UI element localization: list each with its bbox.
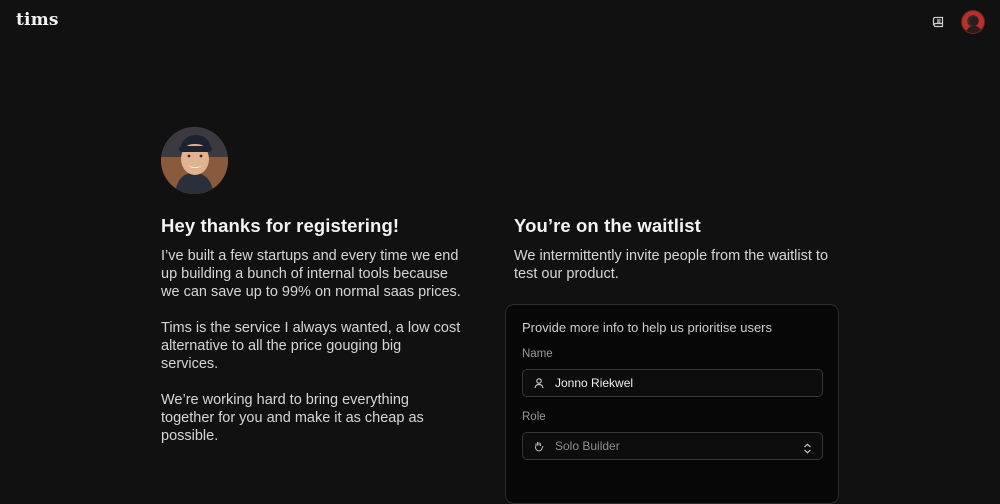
name-value: Jonno Riekwel (555, 376, 634, 390)
person-icon (533, 377, 545, 389)
waitlist-heading: You’re on the waitlist (514, 215, 701, 236)
prioritise-form-card: Provide more info to help us prioritise … (505, 304, 839, 504)
waving-hand-icon (533, 440, 545, 452)
profile-photo (161, 127, 228, 194)
intro-paragraph: Tims is the service I always wanted, a l… (161, 320, 461, 372)
role-value: Solo Builder (555, 439, 620, 453)
intro-section: Hey thanks for registering! I’ve built a… (161, 214, 461, 463)
role-label: Role (522, 411, 546, 423)
book-icon[interactable] (929, 12, 949, 32)
waitlist-section: You’re on the waitlist We intermittently… (514, 214, 844, 301)
user-avatar[interactable] (961, 10, 985, 34)
waitlist-description: We intermittently invite people from the… (514, 248, 829, 282)
form-title: Provide more info to help us prioritise … (522, 320, 773, 335)
top-bar: tims (0, 0, 1000, 44)
role-select[interactable]: Solo Builder (522, 432, 823, 460)
intro-paragraph: I’ve built a few startups and every time… (161, 248, 461, 300)
name-label: Name (522, 348, 553, 360)
intro-paragraph: We’re working hard to bring everything t… (161, 392, 424, 444)
intro-heading: Hey thanks for registering! (161, 215, 400, 236)
chevron-up-down-icon (803, 441, 812, 454)
name-field[interactable]: Jonno Riekwel (522, 369, 823, 397)
app-logo[interactable]: tims (16, 10, 59, 30)
